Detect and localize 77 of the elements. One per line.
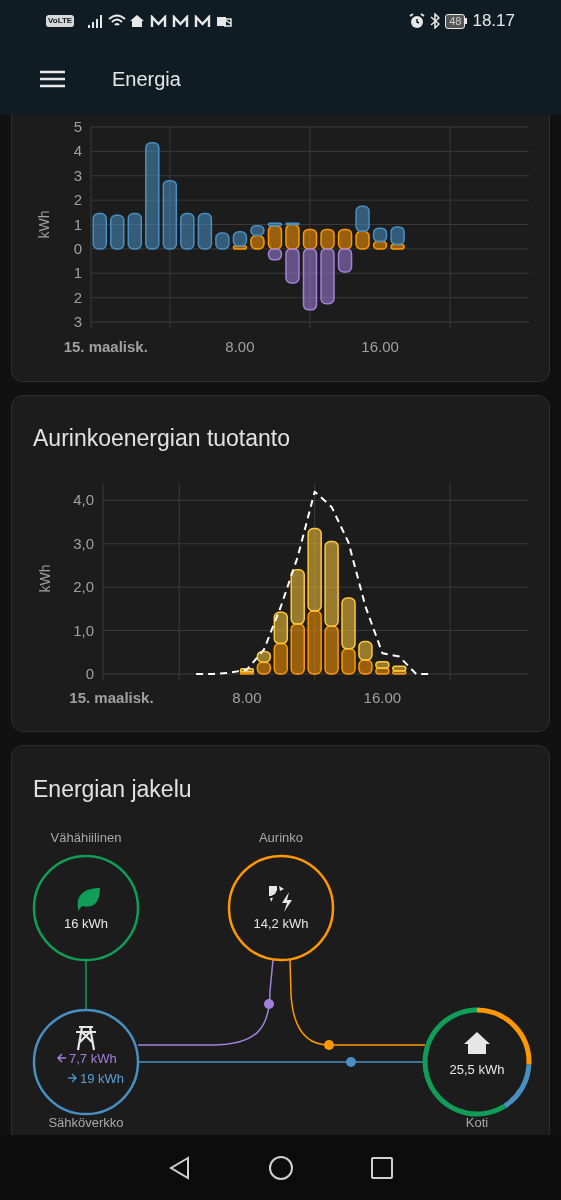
leaf-icon xyxy=(77,888,100,911)
energy-value: 16 kWh xyxy=(63,916,109,931)
card-title: Energian jakelu xyxy=(33,774,192,804)
flow-dot xyxy=(264,999,274,1009)
menu-icon[interactable] xyxy=(40,69,65,88)
axis-tick-label: 16.00 xyxy=(363,689,402,706)
bar xyxy=(358,640,373,661)
axis-tick-label: 1,0 xyxy=(73,621,94,639)
axis-tick-label: 4,0 xyxy=(73,491,94,509)
clock-time: 18.17 xyxy=(472,10,515,33)
node-label: Aurinko xyxy=(258,830,304,845)
node-label: Vähähiilinen xyxy=(50,830,122,845)
arrow-right-icon xyxy=(67,1073,78,1083)
axis-tick-label: 2,0 xyxy=(73,578,94,596)
axis-tick-label: 1 xyxy=(73,215,82,233)
signal-icon xyxy=(88,14,105,28)
axis-tick-label: 3 xyxy=(73,166,82,184)
axis-title: kWh xyxy=(37,564,53,593)
page-title: Energia xyxy=(112,66,181,92)
bar xyxy=(110,214,125,250)
home-icon xyxy=(129,14,146,28)
bar xyxy=(375,661,390,670)
power-tower-icon xyxy=(74,1025,98,1052)
flow-dot xyxy=(324,1040,334,1050)
mail-icon xyxy=(150,14,168,28)
bar xyxy=(162,179,178,250)
envelope-icon xyxy=(216,14,233,28)
date-label: 15. maalisk. xyxy=(69,689,154,706)
bar xyxy=(307,610,322,675)
date-label: 15. maalisk. xyxy=(63,338,148,355)
axis-tick-label: 0 xyxy=(73,239,82,257)
battery-icon: 48 xyxy=(445,13,468,29)
house-icon xyxy=(464,1032,490,1054)
bar xyxy=(92,212,107,250)
flow-line xyxy=(85,959,87,1011)
arrow-left-icon xyxy=(56,1053,67,1063)
bar xyxy=(285,248,300,284)
axis-title: kWh xyxy=(36,210,52,239)
axis-tick-label: 2 xyxy=(73,191,82,209)
node-label: Koti xyxy=(465,1115,489,1130)
energy-value: 7,7 kWh xyxy=(69,1051,117,1066)
axis-tick-label: 16.00 xyxy=(361,338,399,355)
recents-icon[interactable] xyxy=(370,1156,393,1179)
bar xyxy=(337,228,353,250)
energy-value: 19 kWh xyxy=(80,1071,125,1086)
axis-tick-label: 4 xyxy=(73,142,82,160)
axis-tick-label: 2 xyxy=(73,288,82,306)
axis-tick-label: 5 xyxy=(73,118,82,135)
flow-dot xyxy=(346,1057,356,1067)
bar xyxy=(197,212,213,250)
axis-tick-label: 3 xyxy=(73,313,82,330)
solar-power-icon xyxy=(269,886,292,912)
energy-value: 25,5 kWh xyxy=(449,1062,505,1077)
axis-tick-label: 1 xyxy=(73,264,82,282)
wifi-icon xyxy=(108,14,127,28)
bar xyxy=(180,212,195,250)
bar xyxy=(250,234,265,250)
energy-value: 14,2 kWh xyxy=(253,916,309,931)
bar xyxy=(250,224,265,237)
bar xyxy=(358,659,373,675)
bar xyxy=(355,230,370,250)
alarm-icon xyxy=(409,13,426,29)
bluetooth-icon xyxy=(430,13,441,29)
home-button-icon[interactable] xyxy=(268,1154,295,1181)
mail-icon xyxy=(172,14,190,28)
axis-tick-label: 8.00 xyxy=(225,338,255,355)
mail-icon xyxy=(194,14,212,28)
axis-tick-label: 0 xyxy=(85,665,94,682)
card-title: Aurinkoenergian tuotanto xyxy=(33,424,291,454)
bar xyxy=(337,248,353,273)
bar xyxy=(215,232,230,250)
axis-tick-label: 8.00 xyxy=(232,689,262,706)
axis-tick-label: 3,0 xyxy=(73,534,94,552)
bar xyxy=(355,205,370,233)
volte-badge: VoLTE xyxy=(46,15,75,27)
bar xyxy=(127,212,143,250)
node-label: Sähköverkko xyxy=(48,1115,124,1130)
